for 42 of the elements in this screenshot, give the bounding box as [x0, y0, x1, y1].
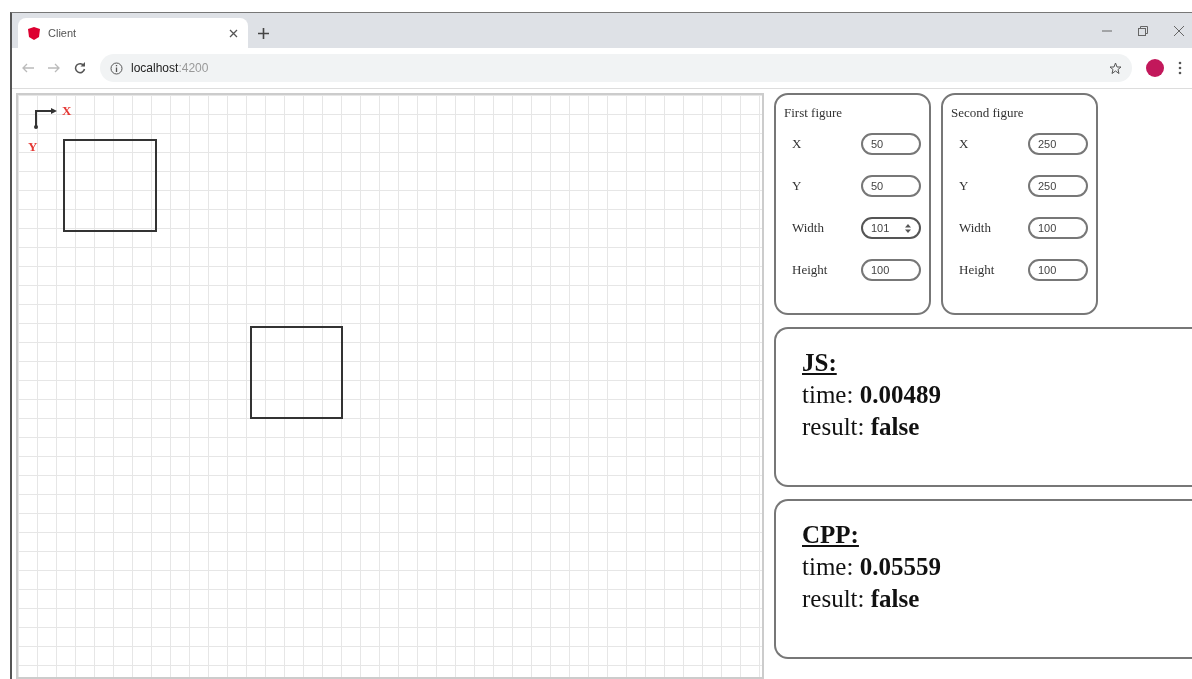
axes-icon: [32, 107, 58, 129]
address-bar[interactable]: localhost:4200: [100, 54, 1132, 82]
close-icon[interactable]: [229, 28, 238, 38]
field-label: Height: [959, 262, 995, 278]
profile-avatar[interactable]: [1146, 59, 1164, 77]
field-label: Y: [792, 178, 802, 194]
star-icon[interactable]: [1109, 61, 1122, 75]
menu-icon[interactable]: [1178, 61, 1182, 75]
axis-label: Y: [28, 139, 38, 155]
number-field[interactable]: 250: [1028, 133, 1088, 155]
axis-label: X: [62, 103, 72, 119]
url-text: localhost:4200: [131, 61, 209, 75]
result-line: time: 0.00489: [802, 381, 942, 409]
spinner-icon[interactable]: [905, 223, 911, 233]
number-field[interactable]: 101: [861, 217, 921, 239]
number-field[interactable]: 100: [861, 259, 921, 281]
number-field[interactable]: 50: [861, 175, 921, 197]
field-label: Width: [792, 220, 824, 236]
panel-title: First figure: [784, 105, 844, 121]
result-line: result: false: [802, 413, 921, 441]
info-icon[interactable]: [110, 61, 123, 75]
restore-icon[interactable]: [1138, 25, 1148, 36]
number-field[interactable]: 100: [1028, 217, 1088, 239]
field-label: Width: [959, 220, 991, 236]
number-field[interactable]: 50: [861, 133, 921, 155]
plus-icon[interactable]: [258, 28, 269, 39]
number-field[interactable]: 100: [1028, 259, 1088, 281]
field-label: X: [959, 136, 969, 152]
browser-tab[interactable]: Client: [18, 18, 248, 48]
tab-title: Client: [48, 27, 78, 39]
shield-icon: [28, 26, 40, 40]
result-title: JS:: [802, 349, 838, 377]
reload-icon[interactable]: [74, 62, 86, 74]
result-title: CPP:: [802, 521, 860, 549]
panel-title: Second figure: [951, 105, 1025, 121]
result-line: time: 0.05559: [802, 553, 942, 581]
close-icon[interactable]: [1174, 25, 1184, 36]
number-field[interactable]: 250: [1028, 175, 1088, 197]
field-label: Height: [792, 262, 828, 278]
field-label: X: [792, 136, 802, 152]
result-line: result: false: [802, 585, 921, 613]
field-label: Y: [959, 178, 969, 194]
